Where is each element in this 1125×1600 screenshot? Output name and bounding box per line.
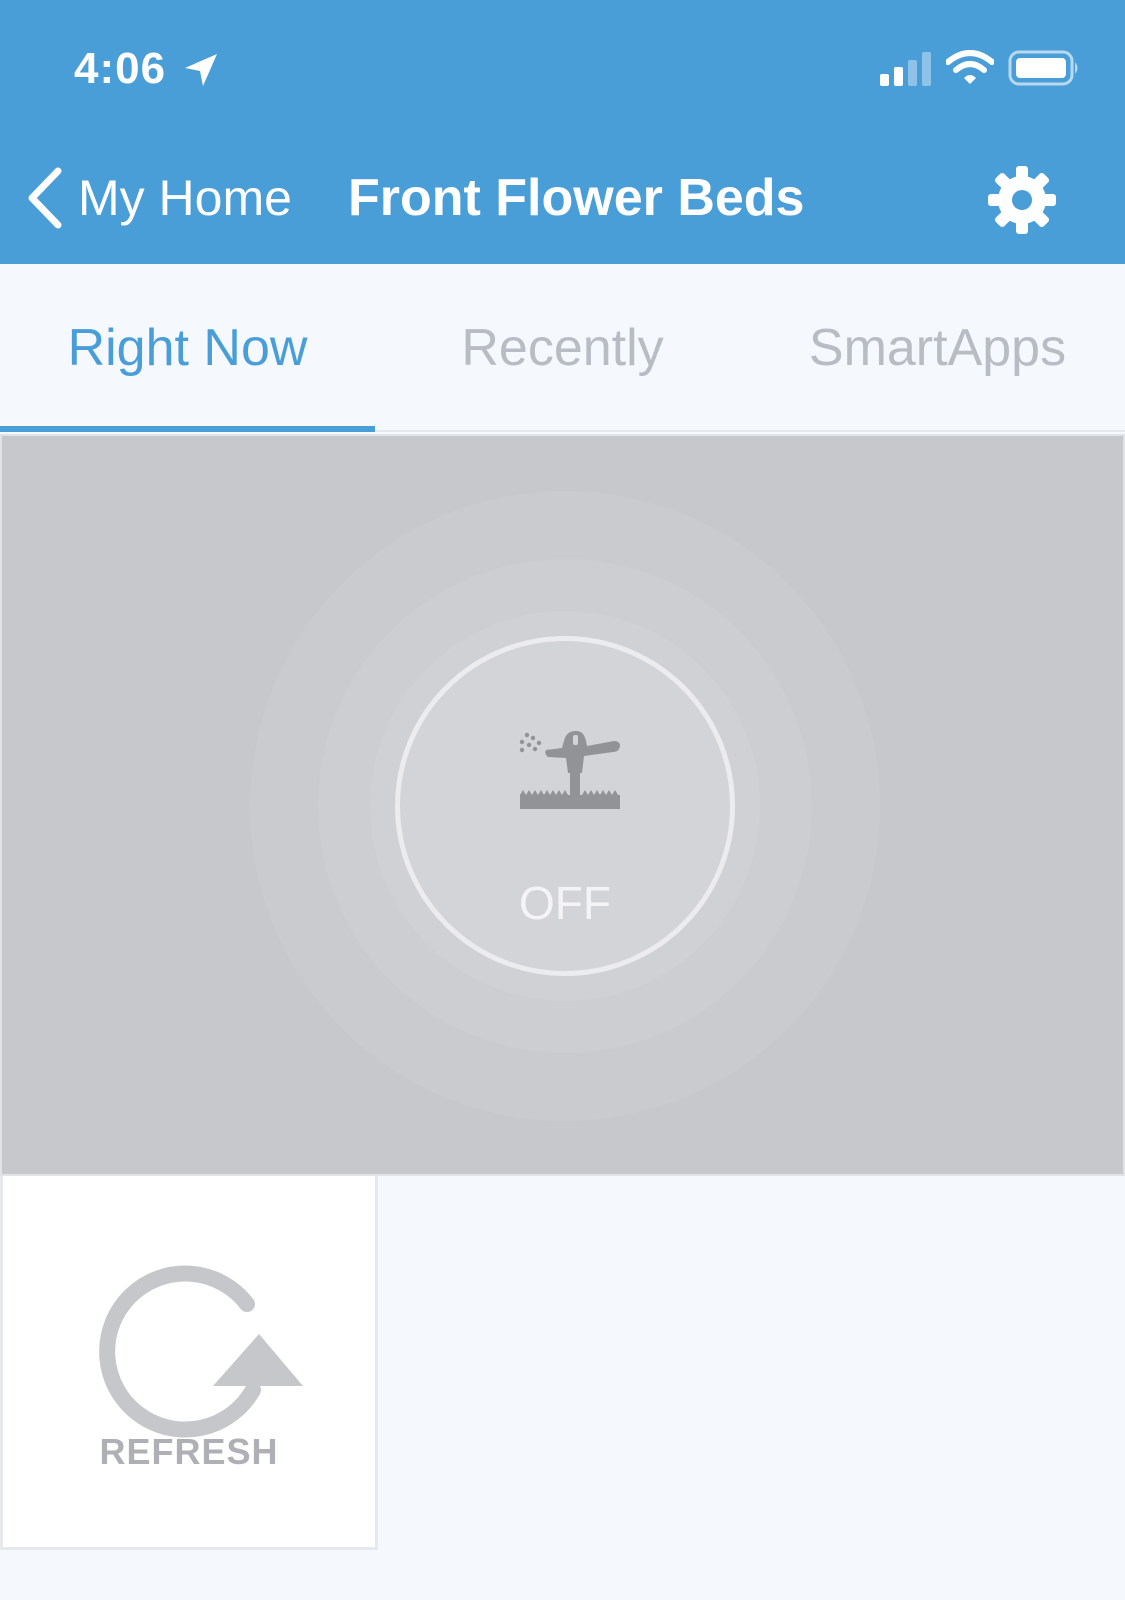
battery-icon <box>1008 50 1078 86</box>
header-bar: 4:06 My Home Front Flower Beds <box>0 0 1125 264</box>
tab-recently[interactable]: Recently <box>375 264 750 432</box>
wifi-icon <box>946 50 994 84</box>
valve-status-tile: OFF <box>0 434 1125 1176</box>
tab-smartapps[interactable]: SmartApps <box>750 264 1125 432</box>
refresh-tile[interactable]: REFRESH <box>0 1176 378 1550</box>
back-label: My Home <box>78 170 292 226</box>
refresh-label: REFRESH <box>99 1431 279 1472</box>
back-button[interactable]: My Home <box>22 162 307 234</box>
page-title: Front Flower Beds <box>348 169 805 227</box>
refresh-icon <box>99 1265 303 1438</box>
gear-icon[interactable] <box>986 164 1058 236</box>
valve-state-label: OFF <box>519 877 611 929</box>
chevron-left-icon <box>28 167 62 229</box>
sprinkler-icon <box>519 731 620 809</box>
tab-bar: Right Now Recently SmartApps <box>0 264 1125 432</box>
cellular-signal-icon <box>880 52 931 86</box>
status-time: 4:06 <box>74 44 167 93</box>
tab-right-now[interactable]: Right Now <box>0 264 375 432</box>
valve-toggle-button[interactable]: OFF <box>395 636 735 976</box>
active-tab-indicator <box>0 426 375 432</box>
location-arrow-icon <box>185 54 217 86</box>
